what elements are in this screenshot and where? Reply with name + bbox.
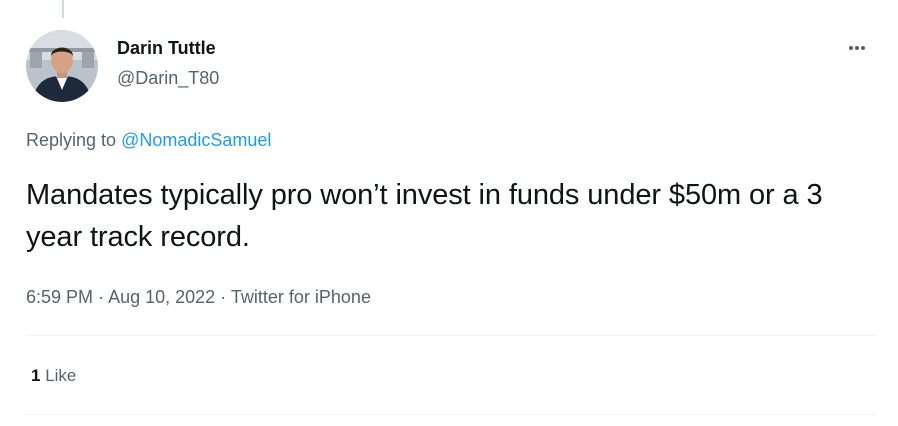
tweet-time[interactable]: 6:59 PM (26, 287, 93, 307)
replying-to-prefix: Replying to (26, 130, 122, 150)
replying-to-line: Replying to @NomadicSamuel (26, 129, 271, 151)
thread-connector-line (62, 0, 64, 18)
more-horizontal-icon (849, 46, 865, 50)
more-options-button[interactable] (840, 36, 874, 60)
meta-separator: · (98, 287, 105, 307)
likes-count: 1 (31, 366, 41, 385)
tweet-date[interactable]: Aug 10, 2022 (108, 287, 215, 307)
author-handle[interactable]: @Darin_T80 (117, 67, 219, 89)
avatar[interactable] (26, 30, 98, 102)
tweet-metadata: 6:59 PM · Aug 10, 2022 · Twitter for iPh… (26, 286, 371, 308)
avatar-photo (26, 30, 98, 102)
divider (26, 335, 876, 336)
meta-separator: · (220, 287, 227, 307)
author-display-name[interactable]: Darin Tuttle (117, 37, 216, 59)
likes-stat[interactable]: 1 Like (31, 365, 76, 387)
tweet-text: Mandates typically pro won’t invest in f… (26, 179, 823, 253)
replying-to-mention-link[interactable]: @NomadicSamuel (121, 130, 271, 150)
tweet-source[interactable]: Twitter for iPhone (231, 287, 371, 307)
likes-label: Like (45, 366, 77, 385)
divider (26, 414, 876, 415)
